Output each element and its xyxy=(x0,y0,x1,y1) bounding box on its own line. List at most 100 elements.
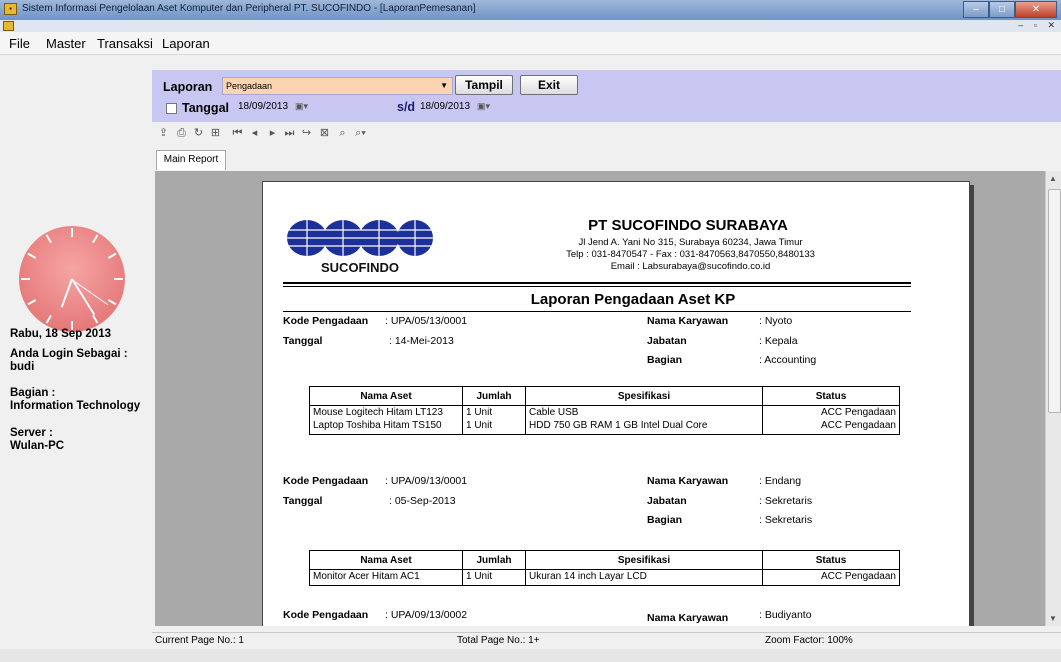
zoom-icon[interactable]: ⌕▾ xyxy=(354,127,367,140)
jabatan-value: : Sekretaris xyxy=(759,495,813,507)
close-button[interactable]: ✕ xyxy=(1015,1,1057,18)
date-from-field[interactable]: 18/09/2013 xyxy=(238,101,288,112)
col-spesifikasi: Spesifikasi xyxy=(525,386,763,406)
group-tree-icon[interactable]: ⊞ xyxy=(209,127,222,140)
minimize-button[interactable]: – xyxy=(963,1,989,18)
clock-tick xyxy=(27,252,37,259)
clock-tick xyxy=(45,234,52,244)
header-divider xyxy=(283,282,911,284)
jabatan-label: Jabatan xyxy=(647,335,687,347)
viewer-status-bar: Current Page No.: 1 Total Page No.: 1+ Z… xyxy=(152,632,1061,650)
clock-tick xyxy=(92,314,99,324)
date-to-field[interactable]: 18/09/2013 xyxy=(420,101,470,112)
find-icon[interactable]: ⌕ xyxy=(336,127,349,140)
exit-button[interactable]: Exit xyxy=(520,75,578,95)
col-status: Status xyxy=(762,386,900,406)
refresh-icon[interactable]: ↻ xyxy=(192,127,205,140)
tab-main-report[interactable]: Main Report xyxy=(156,150,226,170)
app-icon: ▪ xyxy=(4,3,17,15)
first-page-icon[interactable]: ⏮ xyxy=(231,127,244,140)
kode-label: Kode Pengadaan xyxy=(283,609,369,621)
scroll-up-icon[interactable]: ▲ xyxy=(1049,174,1057,183)
mdi-strip: – ▫ ✕ xyxy=(0,20,1061,32)
kode-label: Kode Pengadaan xyxy=(283,315,369,327)
nama-karyawan-label: Nama Karyawan xyxy=(647,315,729,327)
laporan-select[interactable]: Pengadaan ▼ xyxy=(222,77,453,95)
company-email: Email : Labsurabaya@sucofindo.co.id xyxy=(610,261,771,272)
clock-tick xyxy=(114,278,123,280)
nama-karyawan-value: : Nyoto xyxy=(759,315,793,327)
mdi-child-controls[interactable]: – ▫ ✕ xyxy=(1018,20,1059,31)
title-divider xyxy=(283,311,911,312)
sd-label: s/d xyxy=(397,100,416,114)
server-value: Wulan-PC xyxy=(10,440,65,452)
tanggal-label: Tanggal xyxy=(283,495,323,507)
vertical-scrollbar[interactable]: ▲ ▼ xyxy=(1045,171,1061,626)
laporan-select-value: Pengadaan xyxy=(226,81,273,91)
scroll-down-icon[interactable]: ▼ xyxy=(1049,614,1057,623)
bagian-value: : Accounting xyxy=(759,354,817,366)
cell-jumlah: 1 Unit xyxy=(462,419,526,435)
window-title: Sistem Informasi Pengelolaan Aset Komput… xyxy=(22,3,476,14)
laporan-label: Laporan xyxy=(163,80,213,94)
kode-label: Kode Pengadaan xyxy=(283,475,369,487)
left-panel: Rabu, 18 Sep 2013 Anda Login Sebagai : b… xyxy=(0,56,152,626)
table-row: Laptop Toshiba Hitam TS150 1 Unit HDD 75… xyxy=(309,419,900,435)
tanggal-label: Tanggal xyxy=(283,335,323,347)
cell-nama-aset: Mouse Logitech Hitam LT123 xyxy=(309,405,463,419)
menu-file[interactable]: File xyxy=(9,36,30,51)
tanggal-checkbox[interactable] xyxy=(166,103,177,114)
calendar-dropdown-icon[interactable]: ▣▾ xyxy=(477,101,490,112)
col-jumlah: Jumlah xyxy=(462,386,526,406)
goto-page-icon[interactable]: ↪ xyxy=(300,127,313,140)
close-view-icon[interactable]: ⊠ xyxy=(318,127,331,140)
mdi-child-icon[interactable] xyxy=(3,21,14,31)
nama-karyawan-value: : Endang xyxy=(759,475,802,487)
bagian-label: Bagian : xyxy=(10,387,56,399)
calendar-dropdown-icon[interactable]: ▣▾ xyxy=(295,101,308,112)
asset-table: Nama Aset Jumlah Spesifikasi Status Mous… xyxy=(309,386,900,435)
tanggal-value: : 05-Sep-2013 xyxy=(389,495,456,507)
cell-jumlah: 1 Unit xyxy=(462,405,526,419)
print-icon[interactable]: ⎙ xyxy=(175,127,188,140)
report-viewer: SUCOFINDO PT SUCOFINDO SURABAYA Jl Jend … xyxy=(155,171,1045,626)
menu-laporan[interactable]: Laporan xyxy=(162,36,210,51)
logo-text: SUCOFINDO xyxy=(321,260,399,275)
export-icon[interactable]: ⇪ xyxy=(157,127,170,140)
chevron-down-icon[interactable]: ▼ xyxy=(440,78,448,94)
nama-karyawan-label: Nama Karyawan xyxy=(647,475,729,487)
col-jumlah: Jumlah xyxy=(462,550,526,570)
clock-second-hand xyxy=(71,279,109,306)
app-status-bar xyxy=(0,649,1061,662)
cell-status: ACC Pengadaan xyxy=(762,569,900,586)
filter-panel: Laporan Pengadaan ▼ Tampil Exit Tanggal … xyxy=(152,70,1061,122)
company-address: Jl Jend A. Yani No 315, Surabaya 60234, … xyxy=(578,237,803,248)
cell-spesifikasi: Ukuran 14 inch Layar LCD xyxy=(525,569,763,586)
bagian-value: : Sekretaris xyxy=(759,514,813,526)
company-phone: Telp : 031-8470547 - Fax : 031-8470563,8… xyxy=(566,249,815,260)
bagian-value: Information Technology xyxy=(10,400,141,412)
tanggal-value: : 14-Mei-2013 xyxy=(389,335,454,347)
scrollbar-thumb[interactable] xyxy=(1048,189,1061,413)
total-page-status: Total Page No.: 1+ xyxy=(457,635,540,646)
tampil-button[interactable]: Tampil xyxy=(455,75,513,95)
clock-hour-hand xyxy=(60,278,73,308)
jabatan-value: : Kepala xyxy=(759,335,798,347)
maximize-button[interactable]: □ xyxy=(989,1,1015,18)
last-page-icon[interactable]: ⏭ xyxy=(283,127,296,140)
cell-spesifikasi: Cable USB xyxy=(525,405,763,419)
cell-spesifikasi: HDD 750 GB RAM 1 GB Intel Dual Core xyxy=(525,419,763,435)
next-page-icon[interactable]: ▸ xyxy=(266,127,279,140)
kode-value: : UPA/05/13/0001 xyxy=(385,315,468,327)
previous-page-icon[interactable]: ◂ xyxy=(248,127,261,140)
bagian-label: Bagian xyxy=(647,354,683,366)
jabatan-label: Jabatan xyxy=(647,495,687,507)
cell-status: ACC Pengadaan xyxy=(762,405,900,419)
menu-master[interactable]: Master xyxy=(46,36,86,51)
table-row: Monitor Acer Hitam AC1 1 Unit Ukuran 14 … xyxy=(309,569,900,586)
table-header: Nama Aset Jumlah Spesifikasi Status xyxy=(309,386,900,406)
report-page: SUCOFINDO PT SUCOFINDO SURABAYA Jl Jend … xyxy=(262,181,970,626)
clock-tick xyxy=(45,314,52,324)
menu-transaksi[interactable]: Transaksi xyxy=(97,36,153,51)
clock-tick xyxy=(21,278,30,280)
